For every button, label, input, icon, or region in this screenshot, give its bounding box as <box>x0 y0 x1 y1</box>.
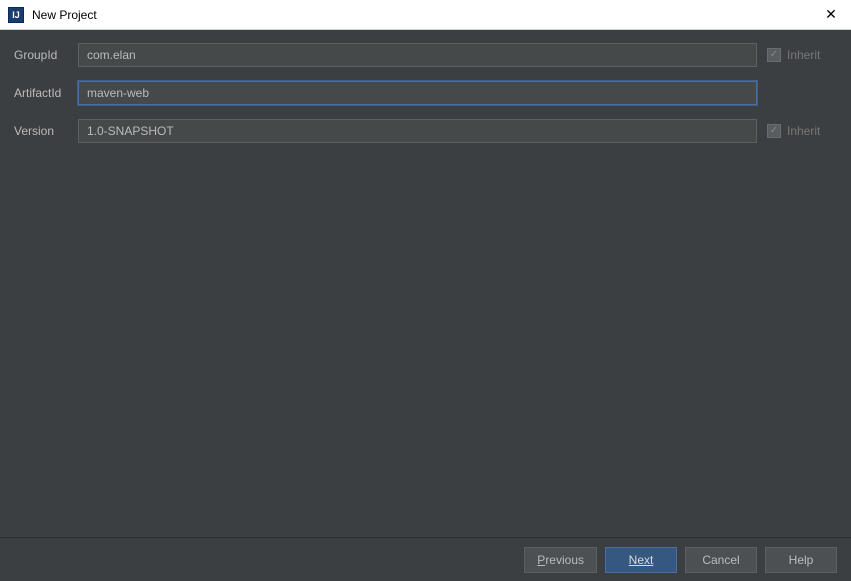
titlebar: IJ New Project ✕ <box>0 0 851 30</box>
inherit-version[interactable]: ✓ Inherit <box>767 124 837 138</box>
button-bar: Previous Next Cancel Help <box>0 537 851 581</box>
previous-button[interactable]: Previous <box>524 547 597 573</box>
row-groupid: GroupId ✓ Inherit <box>14 42 837 68</box>
row-version: Version ✓ Inherit <box>14 118 837 144</box>
window-title: New Project <box>32 8 811 22</box>
next-button[interactable]: Next <box>605 547 677 573</box>
close-icon[interactable]: ✕ <box>811 0 851 30</box>
checkbox-icon: ✓ <box>767 124 781 138</box>
input-artifactid[interactable] <box>78 81 757 105</box>
checkbox-icon: ✓ <box>767 48 781 62</box>
label-version: Version <box>14 124 78 138</box>
help-button[interactable]: Help <box>765 547 837 573</box>
app-icon: IJ <box>8 7 24 23</box>
inherit-label: Inherit <box>787 124 820 138</box>
inherit-label: Inherit <box>787 48 820 62</box>
input-version[interactable] <box>78 119 757 143</box>
inherit-groupid[interactable]: ✓ Inherit <box>767 48 837 62</box>
input-groupid[interactable] <box>78 43 757 67</box>
row-artifactid: ArtifactId x <box>14 80 837 106</box>
label-artifactid: ArtifactId <box>14 86 78 100</box>
form-content: GroupId ✓ Inherit ArtifactId x Version ✓… <box>0 30 851 168</box>
cancel-button[interactable]: Cancel <box>685 547 757 573</box>
label-groupid: GroupId <box>14 48 78 62</box>
